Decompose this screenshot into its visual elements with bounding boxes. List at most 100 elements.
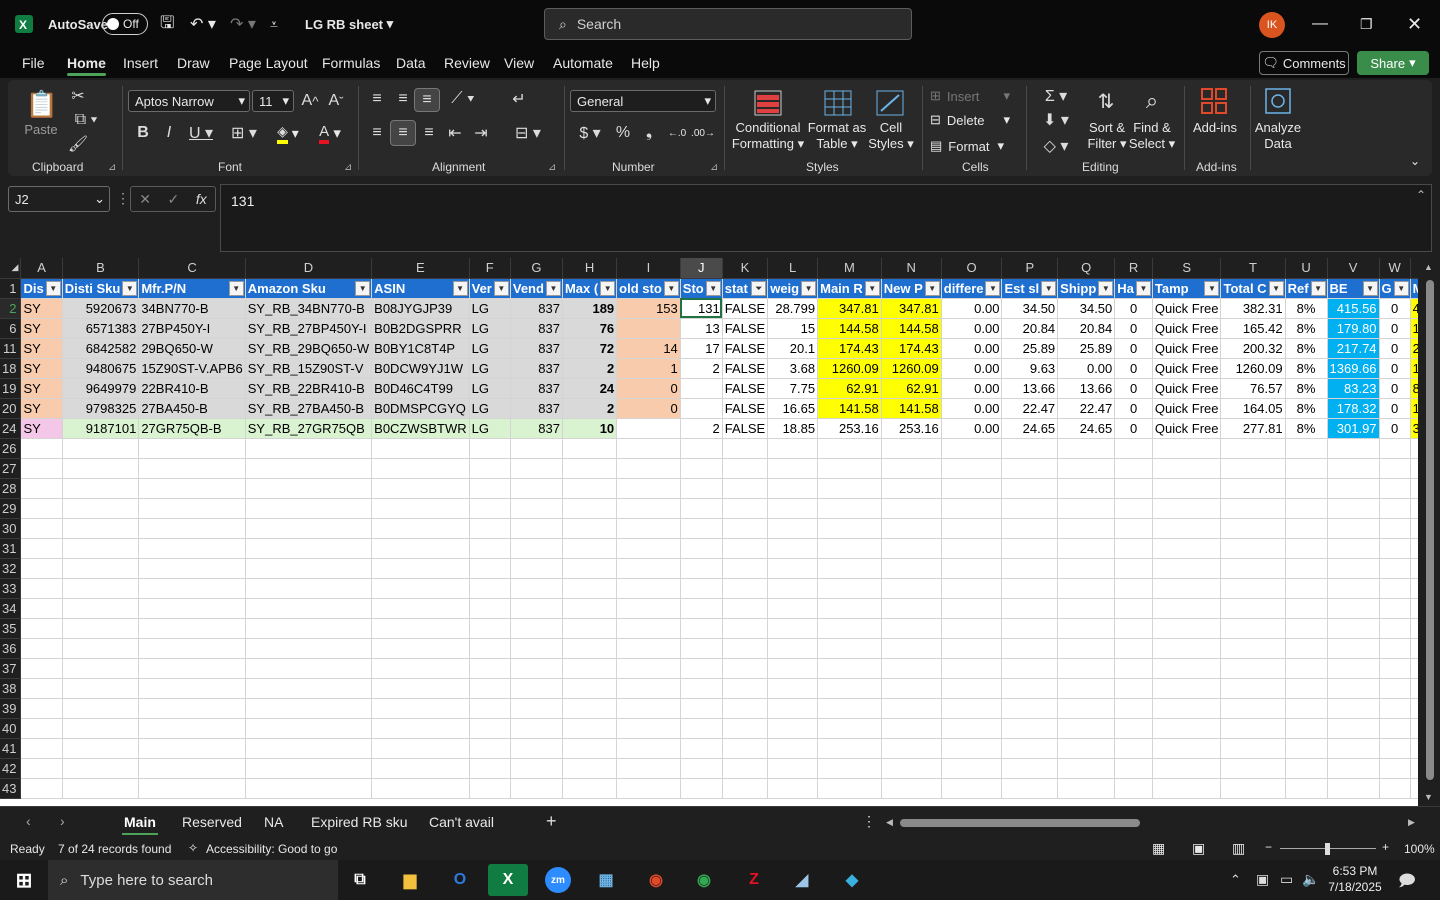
empty-cell[interactable] <box>881 538 942 559</box>
empty-cell[interactable] <box>616 758 681 779</box>
empty-cell[interactable] <box>510 718 563 739</box>
empty-cell[interactable] <box>680 458 723 479</box>
column-header-h[interactable]: H <box>562 258 618 279</box>
table-cell[interactable]: FALSE <box>722 358 769 379</box>
column-filter-header[interactable]: Ver ▼ <box>469 278 511 299</box>
table-cell[interactable]: FALSE <box>722 298 769 319</box>
menu-insert[interactable]: Insert <box>123 48 158 78</box>
empty-cell[interactable] <box>881 778 942 799</box>
empty-cell[interactable] <box>562 498 618 519</box>
column-filter-header[interactable]: Sto ▼ <box>680 278 723 299</box>
column-header-g[interactable]: G <box>510 258 563 279</box>
empty-cell[interactable] <box>941 718 1003 739</box>
empty-cell[interactable] <box>1220 658 1286 679</box>
empty-cell[interactable] <box>941 438 1003 459</box>
find-select-icon[interactable]: ⌕ <box>1136 86 1168 116</box>
empty-cell[interactable] <box>371 698 470 719</box>
table-cell[interactable]: 253.16 <box>817 418 882 439</box>
table-cell[interactable]: 8% <box>1285 318 1328 339</box>
empty-cell[interactable] <box>767 578 819 599</box>
table-cell[interactable]: B0CZWSBTWR <box>371 418 470 439</box>
table-cell[interactable]: 76.57 <box>1220 378 1286 399</box>
column-header-v[interactable]: V <box>1327 258 1380 279</box>
empty-cell[interactable] <box>616 678 681 699</box>
calculator-icon[interactable]: ▦ <box>586 864 626 896</box>
column-filter-header[interactable]: Vend ▼ <box>510 278 563 299</box>
empty-cell[interactable] <box>1327 638 1380 659</box>
table-cell[interactable]: 1260.09 <box>881 358 942 379</box>
column-header-d[interactable]: D <box>245 258 373 279</box>
taskbar-search[interactable]: ⌕ Type here to search <box>48 860 338 900</box>
empty-cell[interactable] <box>1285 778 1328 799</box>
table-cell[interactable]: LG <box>469 318 511 339</box>
empty-cell[interactable] <box>245 698 373 719</box>
empty-cell[interactable] <box>245 458 373 479</box>
empty-cell[interactable] <box>138 478 246 499</box>
empty-cell[interactable] <box>510 558 563 579</box>
empty-cell[interactable] <box>371 518 470 539</box>
zoom-slider-thumb[interactable] <box>1325 843 1330 855</box>
restore-icon[interactable]: ❐ <box>1360 0 1373 48</box>
align-center-icon[interactable]: ≡ <box>390 120 416 146</box>
task-view-icon[interactable]: ⧉ <box>340 864 380 896</box>
clear-icon[interactable]: ◇ ▾ <box>1036 136 1076 156</box>
empty-cell[interactable] <box>767 738 819 759</box>
table-cell[interactable]: 10 <box>562 418 618 439</box>
table-cell[interactable]: 837 <box>510 378 563 399</box>
empty-cell[interactable] <box>881 718 942 739</box>
empty-cell[interactable] <box>767 758 819 779</box>
row-header[interactable]: 32 <box>0 558 22 579</box>
column-header-s[interactable]: S <box>1152 258 1222 279</box>
table-cell[interactable]: SY <box>20 338 63 359</box>
table-cell[interactable]: 837 <box>510 318 563 339</box>
column-filter-header[interactable]: Tamp ▼ <box>1152 278 1222 299</box>
empty-cell[interactable] <box>680 638 723 659</box>
column-filter-header[interactable]: Disti Sku ▼ <box>62 278 140 299</box>
table-cell[interactable]: 8% <box>1285 338 1328 359</box>
table-cell[interactable]: Quick Free <box>1152 318 1222 339</box>
notes-app-icon[interactable]: ◢ <box>782 864 822 896</box>
conditional-formatting-button[interactable]: Conditional Formatting ▾ <box>726 120 810 152</box>
empty-cell[interactable] <box>1152 578 1222 599</box>
align-right-icon[interactable]: ≡ <box>418 122 440 144</box>
table-cell[interactable]: 0 <box>1379 418 1411 439</box>
conditional-formatting-icon[interactable] <box>752 88 784 118</box>
empty-cell[interactable] <box>1327 678 1380 699</box>
empty-cell[interactable] <box>1057 698 1116 719</box>
empty-cell[interactable] <box>616 518 681 539</box>
zoom-out-icon[interactable]: − <box>1265 840 1272 854</box>
empty-cell[interactable] <box>722 498 769 519</box>
search-box[interactable]: ⌕ Search <box>544 8 912 40</box>
empty-cell[interactable] <box>616 558 681 579</box>
column-filter-header[interactable]: weig ▼ <box>767 278 819 299</box>
table-cell[interactable]: 144.58 <box>817 318 882 339</box>
app-diamond-icon[interactable]: ◆ <box>832 864 872 896</box>
italic-icon[interactable]: I <box>158 122 180 144</box>
empty-cell[interactable] <box>20 698 63 719</box>
table-cell[interactable]: 0 <box>1114 318 1153 339</box>
empty-cell[interactable] <box>1001 778 1059 799</box>
empty-cell[interactable] <box>245 438 373 459</box>
table-cell[interactable]: 24 <box>562 378 618 399</box>
table-cell[interactable]: 20.84 <box>1057 318 1116 339</box>
filter-dropdown-icon[interactable]: ▼ <box>924 280 940 296</box>
empty-cell[interactable] <box>1001 598 1059 619</box>
table-cell[interactable]: 22.47 <box>1057 398 1116 419</box>
empty-cell[interactable] <box>616 618 681 639</box>
empty-cell[interactable] <box>680 618 723 639</box>
menu-data[interactable]: Data <box>396 48 426 78</box>
table-cell[interactable]: SY_RB_27GR75QB <box>245 418 373 439</box>
table-cell[interactable]: LG <box>469 418 511 439</box>
empty-cell[interactable] <box>510 638 563 659</box>
empty-cell[interactable] <box>941 758 1003 779</box>
decrease-indent-icon[interactable]: ⇤ <box>444 122 466 144</box>
menu-page-layout[interactable]: Page Layout <box>229 48 308 78</box>
empty-cell[interactable] <box>371 618 470 639</box>
table-cell[interactable]: 3.68 <box>767 358 819 379</box>
table-cell[interactable]: 837 <box>510 358 563 379</box>
increase-decimal-icon[interactable]: ←.0 <box>666 122 688 144</box>
empty-cell[interactable] <box>881 658 942 679</box>
empty-cell[interactable] <box>767 678 819 699</box>
empty-cell[interactable] <box>767 638 819 659</box>
decrease-decimal-icon[interactable]: .00→ <box>691 122 715 144</box>
